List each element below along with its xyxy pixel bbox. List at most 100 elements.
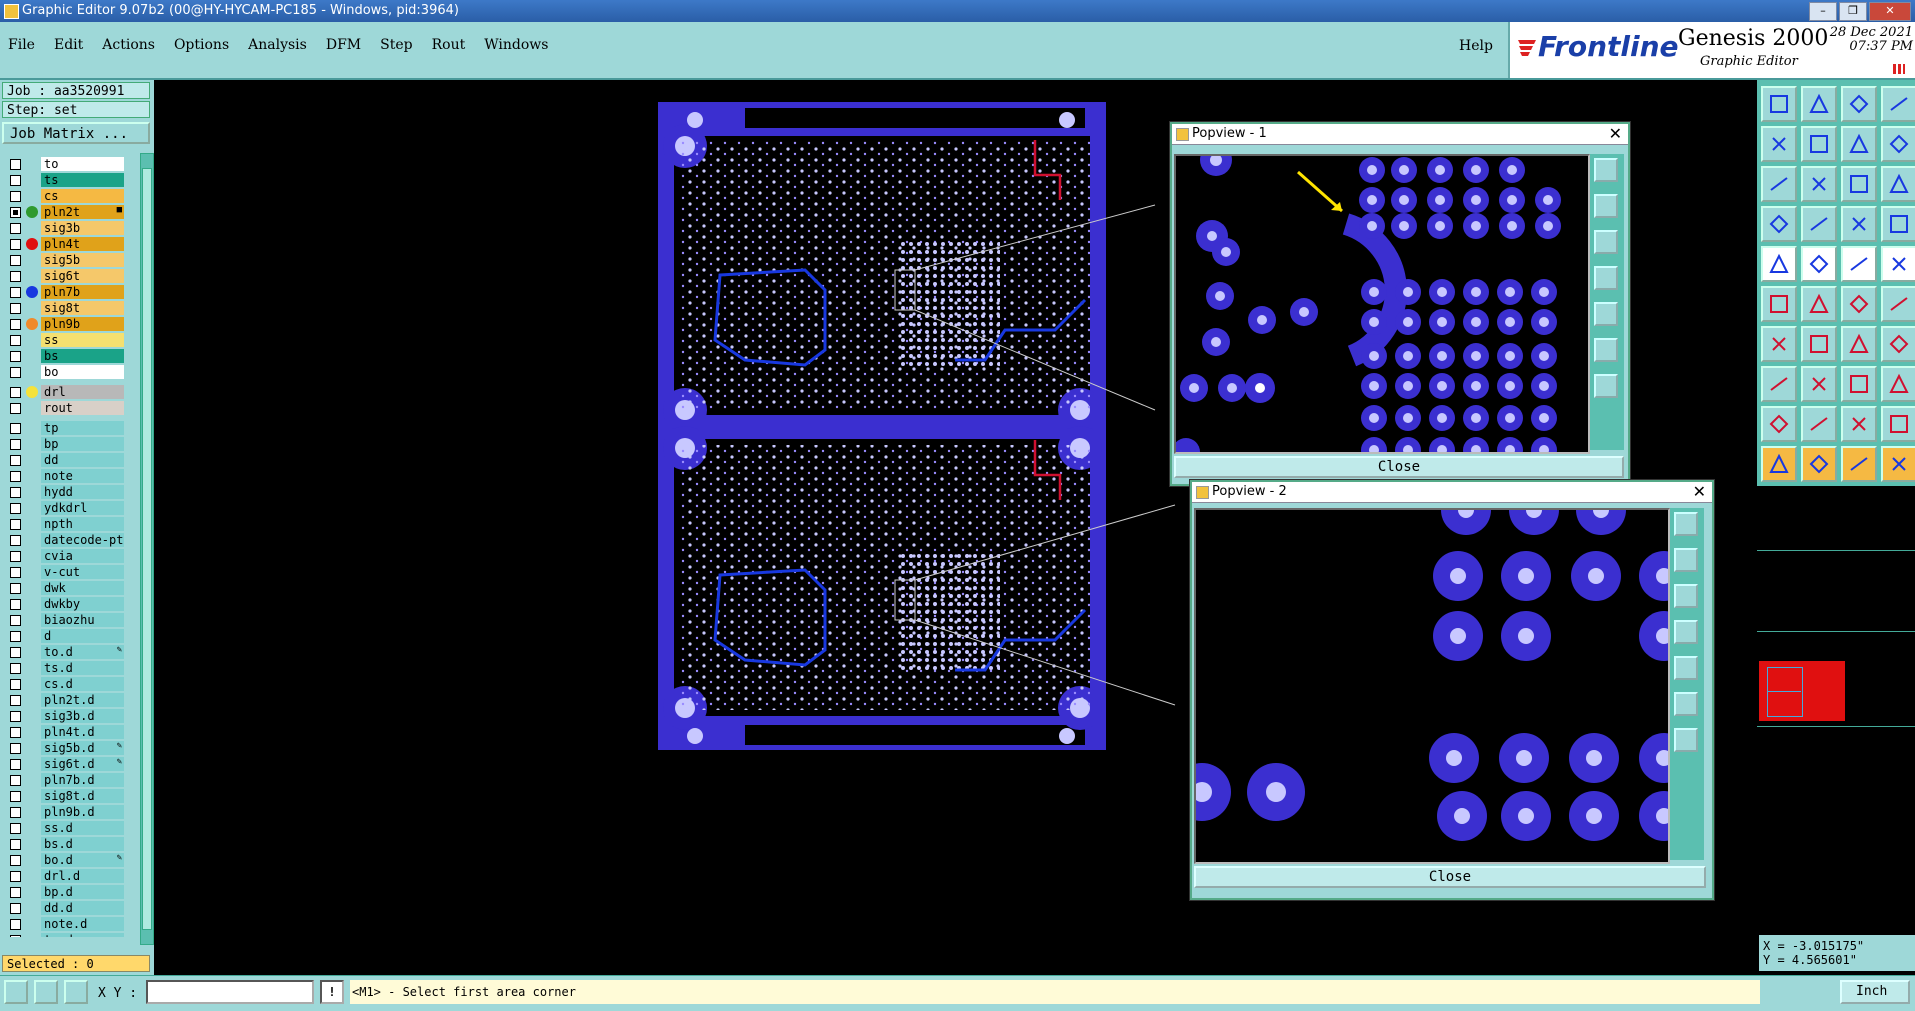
maximize-button[interactable]: ❐	[1839, 2, 1867, 21]
layer-row[interactable]: sig5b	[4, 253, 124, 267]
layer-name[interactable]: sig8t.d	[41, 789, 124, 803]
layer-name[interactable]: dd.d	[41, 901, 124, 915]
draw-cross-tool-button[interactable]	[1801, 246, 1837, 282]
layer-name[interactable]: rout	[41, 401, 124, 415]
layer-checkbox[interactable]	[10, 191, 21, 202]
layer-row[interactable]: dwkby	[4, 597, 124, 611]
layer-checkbox[interactable]	[10, 207, 21, 218]
units-selector[interactable]: Inch	[1840, 980, 1910, 1004]
layout-tool-button[interactable]	[1881, 86, 1915, 122]
redraw-tool-button[interactable]	[1881, 126, 1915, 162]
layer-checkbox[interactable]	[10, 631, 21, 642]
layer-name[interactable]: biaozhu	[41, 613, 124, 627]
undo-view-tool-button[interactable]	[1841, 126, 1877, 162]
layer-checkbox[interactable]	[10, 439, 21, 450]
layer-row[interactable]: bo.d ✎	[4, 853, 124, 867]
layer-row[interactable]: tp	[4, 421, 124, 435]
layer-row[interactable]: pln9b	[4, 317, 124, 331]
popview-fit-button[interactable]	[1594, 338, 1618, 362]
layer-checkbox[interactable]	[10, 159, 21, 170]
menu-file[interactable]: File	[8, 37, 35, 53]
layer-checkbox[interactable]	[10, 711, 21, 722]
layer-row[interactable]: biaozhu	[4, 613, 124, 627]
layer-checkbox[interactable]	[10, 503, 21, 514]
layer-name[interactable]: note.d	[41, 917, 124, 931]
measure-tool-button[interactable]	[1841, 246, 1877, 282]
layer-name[interactable]: hydd	[41, 485, 124, 499]
layer-checkbox[interactable]	[10, 487, 21, 498]
layer-row[interactable]: pln2t.d	[4, 693, 124, 707]
grid-tool-button[interactable]	[1801, 206, 1837, 242]
layer-row[interactable]: pln9b.d	[4, 805, 124, 819]
popview-fit-button[interactable]	[1674, 692, 1698, 716]
popview-center-button[interactable]	[1594, 374, 1618, 398]
layer-checkbox[interactable]	[10, 679, 21, 690]
layer-name[interactable]: bs.d	[41, 837, 124, 851]
layer-checkbox[interactable]	[10, 387, 21, 398]
layer-name[interactable]: drl.d	[41, 869, 124, 883]
layer-row[interactable]: bp.d	[4, 885, 124, 899]
layer-name[interactable]: sig6t.d	[41, 757, 124, 771]
pointer-hand-tool-button[interactable]	[1881, 446, 1915, 482]
dimension-tool-button[interactable]	[1841, 366, 1877, 402]
layer-name[interactable]: ydkdrl	[41, 501, 124, 515]
layer-row[interactable]: d	[4, 629, 124, 643]
pan-left-tool-button[interactable]	[1761, 126, 1797, 162]
popview-pan-right-button[interactable]	[1594, 302, 1618, 326]
text-a-tool-button[interactable]	[1801, 406, 1837, 442]
layer-row[interactable]: dwk	[4, 581, 124, 595]
layer-checkbox[interactable]	[10, 727, 21, 738]
popview-1-close-button[interactable]: Close	[1174, 456, 1624, 478]
layer-row[interactable]: note	[4, 469, 124, 483]
popview-pan-left-button[interactable]	[1674, 620, 1698, 644]
popview-zoom-in-button[interactable]	[1674, 548, 1698, 572]
layer-checkbox[interactable]	[10, 935, 21, 937]
line2-tool-button[interactable]	[1801, 326, 1837, 362]
layer-name[interactable]: pln4t.d	[41, 725, 124, 739]
line-tool-button[interactable]	[1761, 326, 1797, 362]
layer-name[interactable]: bo.d	[41, 853, 124, 867]
layer-row[interactable]: v-cut	[4, 565, 124, 579]
triangle-tool-button[interactable]	[1761, 406, 1797, 442]
layer-row[interactable]: sig3b	[4, 221, 124, 235]
delete-tool-button[interactable]	[1801, 286, 1837, 322]
layer-row[interactable]: bp	[4, 437, 124, 451]
layer-name[interactable]: cvia	[41, 549, 124, 563]
snap-mode-icon[interactable]	[4, 980, 28, 1004]
help-tool-button[interactable]	[1881, 166, 1915, 202]
layer-row[interactable]: to	[4, 157, 124, 171]
layer-name[interactable]: sig5b.d	[41, 741, 124, 755]
popview-pan-left-button[interactable]	[1594, 266, 1618, 290]
overview-map[interactable]	[1759, 661, 1845, 721]
refresh-tool-button[interactable]	[1761, 206, 1797, 242]
layer-checkbox[interactable]	[10, 351, 21, 362]
layer-name[interactable]: to.d	[41, 645, 124, 659]
layer-checkbox[interactable]	[10, 615, 21, 626]
popview-2-window[interactable]: Popview - 2 ✕ Close	[1190, 480, 1714, 900]
layer-name[interactable]: note	[41, 469, 124, 483]
layer-row[interactable]: sig3b.d	[4, 709, 124, 723]
layer-checkbox[interactable]	[10, 823, 21, 834]
layer-checkbox[interactable]	[10, 367, 21, 378]
layer-name[interactable]: sig5b	[41, 253, 124, 267]
layer-row[interactable]: pln4t.d	[4, 725, 124, 739]
home-view-tool-button[interactable]	[1841, 86, 1877, 122]
menu-edit[interactable]: Edit	[54, 37, 83, 53]
menu-dfm[interactable]: DFM	[326, 37, 361, 53]
shape-a-tool-button[interactable]	[1841, 406, 1877, 442]
scale-1-2-tool-button[interactable]	[1841, 166, 1877, 202]
layer-row[interactable]: cs.d	[4, 677, 124, 691]
close-window-button[interactable]: ✕	[1869, 2, 1911, 21]
layer-checkbox[interactable]	[10, 519, 21, 530]
layer-checkbox[interactable]	[10, 535, 21, 546]
layer-name[interactable]: drl	[41, 385, 124, 399]
layer-checkbox[interactable]	[10, 839, 21, 850]
layer-name[interactable]: bp.d	[41, 885, 124, 899]
menu-analysis[interactable]: Analysis	[248, 37, 307, 53]
layer-name[interactable]: npth	[41, 517, 124, 531]
xy-input[interactable]	[146, 980, 314, 1004]
layer-row[interactable]: pln4t	[4, 237, 124, 251]
split-tool-button[interactable]	[1881, 326, 1915, 362]
layer-name[interactable]: pln4t	[41, 237, 124, 251]
layer-name[interactable]: pln9b	[41, 317, 124, 331]
